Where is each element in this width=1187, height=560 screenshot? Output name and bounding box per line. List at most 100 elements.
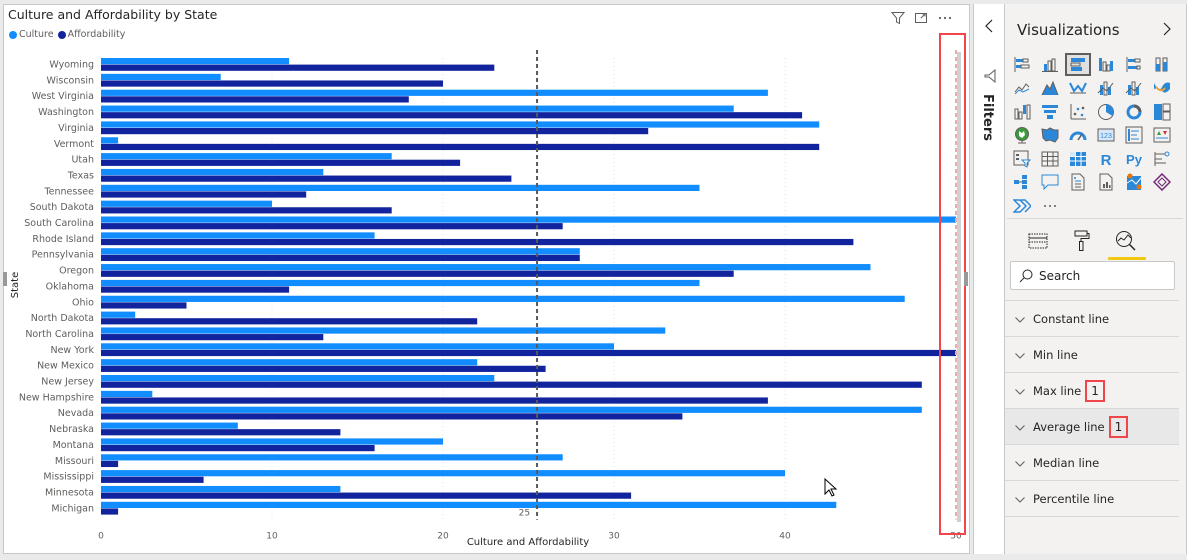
viz-clustered-column-chart[interactable]	[1094, 54, 1118, 75]
bar-culture[interactable]	[101, 248, 580, 255]
bar-affordability[interactable]	[101, 397, 768, 404]
viz-more-visuals[interactable]	[1038, 195, 1062, 216]
viz-matrix[interactable]	[1066, 148, 1090, 169]
analytics-item-min-line[interactable]: Min line	[1005, 336, 1179, 372]
fields-tab[interactable]	[1025, 228, 1051, 254]
bar-affordability[interactable]	[101, 318, 478, 325]
search-input[interactable]: Search	[1010, 261, 1175, 290]
viz-qa-visual[interactable]	[1038, 172, 1062, 193]
analytics-item-constant-line[interactable]: Constant line	[1005, 300, 1179, 336]
bar-affordability[interactable]	[101, 96, 409, 103]
analytics-tab[interactable]	[1108, 228, 1146, 260]
chevron-right-icon[interactable]	[1163, 21, 1171, 40]
bar-affordability[interactable]	[101, 112, 803, 119]
viz-map[interactable]	[1010, 125, 1034, 146]
analytics-item-max-line[interactable]: Max line 1	[1005, 372, 1179, 408]
bar-culture[interactable]	[101, 153, 392, 160]
viz-slicer[interactable]	[1010, 148, 1034, 169]
bar-affordability[interactable]	[101, 207, 392, 214]
resize-handle-left[interactable]	[3, 272, 7, 286]
bar-affordability[interactable]	[101, 159, 461, 166]
viz-gauge[interactable]	[1066, 125, 1090, 146]
viz-funnel-chart[interactable]	[1038, 101, 1062, 122]
viz-100-stacked-bar-chart[interactable]	[1122, 54, 1146, 75]
bar-culture[interactable]	[101, 232, 375, 239]
viz-line-chart[interactable]	[1010, 78, 1034, 99]
format-tab[interactable]	[1069, 228, 1095, 254]
viz-r-script-visual[interactable]: R	[1094, 148, 1118, 169]
analytics-item-median-line[interactable]: Median line	[1005, 444, 1179, 480]
bar-culture[interactable]	[101, 58, 290, 65]
bar-culture[interactable]	[101, 200, 272, 207]
viz-paginated-report[interactable]	[1094, 172, 1118, 193]
viz-stacked-column-chart[interactable]	[1038, 54, 1062, 75]
bar-affordability[interactable]	[101, 429, 341, 436]
resize-handle-right[interactable]	[964, 272, 968, 286]
bar-culture[interactable]	[101, 216, 956, 223]
bar-affordability[interactable]	[101, 80, 443, 87]
bar-culture[interactable]	[101, 422, 238, 429]
viz-key-influencers[interactable]	[1150, 148, 1174, 169]
bar-affordability[interactable]	[101, 349, 956, 357]
bar-affordability[interactable]	[101, 286, 290, 293]
bar-affordability[interactable]	[101, 460, 119, 468]
bar-culture[interactable]	[101, 470, 785, 477]
viz-python-visual[interactable]: Py	[1122, 148, 1146, 169]
viz-kpi[interactable]	[1150, 125, 1174, 146]
filters-pane[interactable]: Filters	[973, 4, 1005, 554]
viz-100-stacked-column-chart[interactable]	[1150, 54, 1174, 75]
bar-culture[interactable]	[101, 168, 324, 176]
bar-affordability[interactable]	[101, 254, 580, 261]
bar-culture[interactable]	[101, 359, 478, 366]
viz-donut-chart[interactable]	[1122, 101, 1146, 122]
bar-culture[interactable]	[101, 105, 734, 112]
viz-power-automate[interactable]	[1010, 195, 1034, 216]
bar-culture[interactable]	[101, 279, 700, 287]
viz-multi-row-card[interactable]	[1122, 125, 1146, 146]
bar-affordability[interactable]	[101, 302, 187, 309]
viz-waterfall-chart[interactable]	[1010, 101, 1034, 122]
bar-culture[interactable]	[101, 375, 495, 382]
viz-card[interactable]: 123	[1094, 125, 1118, 146]
bar-culture[interactable]	[101, 121, 820, 128]
viz-line-stacked-column-chart[interactable]	[1122, 78, 1146, 99]
analytics-item-average-line[interactable]: Average line 1	[1005, 408, 1179, 444]
bar-affordability[interactable]	[101, 445, 375, 452]
bar-culture[interactable]	[101, 73, 221, 81]
bar-affordability[interactable]	[101, 508, 119, 515]
viz-smart-narrative[interactable]	[1066, 172, 1090, 193]
viz-power-apps[interactable]	[1150, 172, 1174, 193]
chevron-left-icon[interactable]	[985, 18, 993, 37]
bar-culture[interactable]	[101, 438, 443, 445]
viz-area-chart[interactable]	[1038, 78, 1062, 99]
bar-culture[interactable]	[101, 327, 666, 334]
bar-affordability[interactable]	[101, 270, 734, 277]
viz-stacked-area-chart[interactable]	[1066, 78, 1090, 99]
bar-culture[interactable]	[101, 264, 871, 271]
bar-affordability[interactable]	[101, 128, 649, 135]
viz-clustered-bar-chart[interactable]	[1065, 53, 1091, 76]
viz-treemap[interactable]	[1150, 101, 1174, 122]
bar-culture[interactable]	[101, 295, 905, 302]
bar-culture[interactable]	[101, 501, 837, 508]
bar-affordability[interactable]	[101, 476, 204, 483]
bar-affordability[interactable]	[101, 365, 546, 372]
viz-filled-map[interactable]	[1038, 125, 1062, 146]
bar-affordability[interactable]	[101, 238, 854, 246]
viz-table[interactable]	[1038, 148, 1062, 169]
analytics-item-percentile-line[interactable]: Percentile line	[1005, 480, 1179, 516]
viz-stacked-bar-chart[interactable]	[1010, 54, 1034, 75]
bar-culture[interactable]	[101, 406, 922, 413]
bar-culture[interactable]	[101, 184, 700, 191]
bar-affordability[interactable]	[101, 334, 324, 341]
bar-culture[interactable]	[101, 454, 563, 461]
viz-decomposition-tree[interactable]	[1010, 172, 1034, 193]
bar-affordability[interactable]	[101, 175, 512, 182]
bar-culture[interactable]	[101, 137, 119, 144]
viz-ribbon-chart[interactable]	[1150, 78, 1174, 99]
bar-affordability[interactable]	[101, 413, 683, 420]
bar-culture[interactable]	[101, 89, 768, 96]
filters-pane-label[interactable]: Filters	[980, 94, 995, 141]
bar-affordability[interactable]	[101, 492, 632, 499]
bar-affordability[interactable]	[101, 381, 922, 388]
